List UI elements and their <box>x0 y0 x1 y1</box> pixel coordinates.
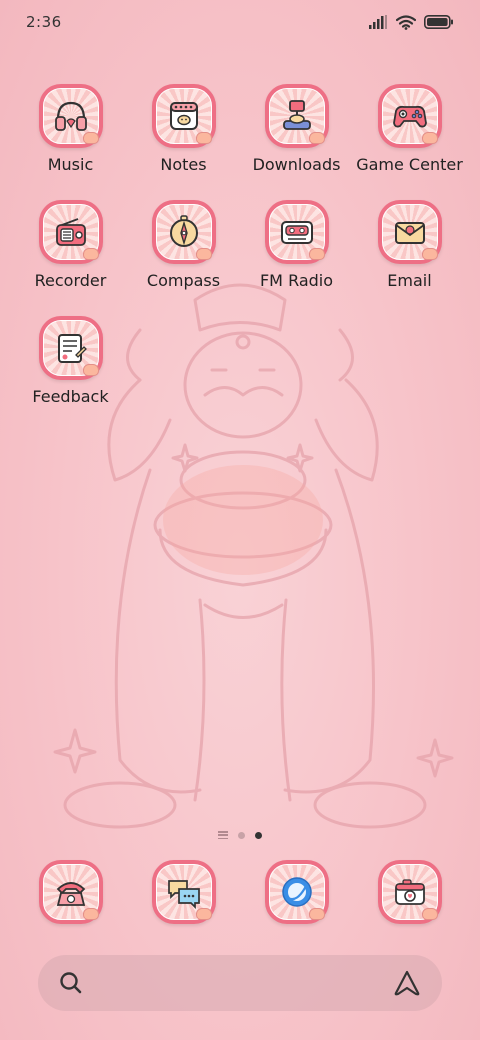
signal-icon <box>369 15 387 29</box>
dock <box>14 860 466 924</box>
app-label: Music <box>47 155 94 174</box>
app-feedback[interactable]: Feedback <box>14 316 127 406</box>
notepad-icon <box>169 102 198 130</box>
app-label: Compass <box>146 271 221 290</box>
app-grid: Music Notes Downloads Game Center Record… <box>14 84 466 406</box>
radio-recorder-icon <box>55 218 86 246</box>
app-icon <box>38 860 103 924</box>
dock-browser[interactable] <box>240 860 353 924</box>
wifi-icon <box>396 14 416 30</box>
app-icon <box>377 860 442 924</box>
battery-icon <box>424 15 453 29</box>
camera-icon <box>394 879 425 905</box>
app-label: Email <box>387 271 432 290</box>
app-icon <box>151 84 216 148</box>
assistant-icon[interactable] <box>392 969 422 997</box>
download-box-icon <box>282 100 311 130</box>
app-icon <box>151 860 216 924</box>
app-icon <box>377 84 442 148</box>
envelope-icon <box>394 222 425 244</box>
app-label: Game Center <box>356 155 463 174</box>
app-label: Feedback <box>32 387 109 406</box>
feedback-paper-icon <box>57 334 87 363</box>
app-icon <box>264 84 329 148</box>
status-bar: 2:36 <box>0 0 480 44</box>
feed-page-icon[interactable] <box>218 831 228 839</box>
page-dot[interactable] <box>238 831 245 839</box>
app-icon <box>377 200 442 264</box>
dock-phone[interactable] <box>14 860 127 924</box>
page-dot-active[interactable] <box>255 831 262 839</box>
app-icon <box>264 200 329 264</box>
dock-messages[interactable] <box>127 860 240 924</box>
cassette-icon <box>280 221 313 244</box>
app-fm-radio[interactable]: FM Radio <box>240 200 353 290</box>
app-downloads[interactable]: Downloads <box>240 84 353 174</box>
status-icons <box>368 14 454 30</box>
page-indicator[interactable] <box>0 828 480 842</box>
telephone-icon <box>56 882 85 906</box>
app-label: Notes <box>160 155 207 174</box>
status-time: 2:36 <box>26 13 62 31</box>
app-compass[interactable]: Compass <box>127 200 240 290</box>
compass-icon <box>169 215 198 247</box>
app-label: Downloads <box>252 155 341 174</box>
browser-globe-icon <box>281 877 312 907</box>
app-icon <box>264 860 329 924</box>
search-icon[interactable] <box>58 970 84 996</box>
app-music[interactable]: Music <box>14 84 127 174</box>
app-email[interactable]: Email <box>353 200 466 290</box>
app-icon <box>38 200 103 264</box>
dock-camera[interactable] <box>353 860 466 924</box>
app-icon <box>38 316 103 380</box>
app-game-center[interactable]: Game Center <box>353 84 466 174</box>
headphones-icon <box>54 101 87 131</box>
chat-bubbles-icon <box>167 880 200 910</box>
app-notes[interactable]: Notes <box>127 84 240 174</box>
search-bar[interactable] <box>38 955 442 1011</box>
app-label: FM Radio <box>259 271 334 290</box>
app-icon <box>38 84 103 148</box>
app-label: Recorder <box>34 271 107 290</box>
gamepad-icon <box>392 105 427 128</box>
app-icon <box>151 200 216 264</box>
app-recorder[interactable]: Recorder <box>14 200 127 290</box>
